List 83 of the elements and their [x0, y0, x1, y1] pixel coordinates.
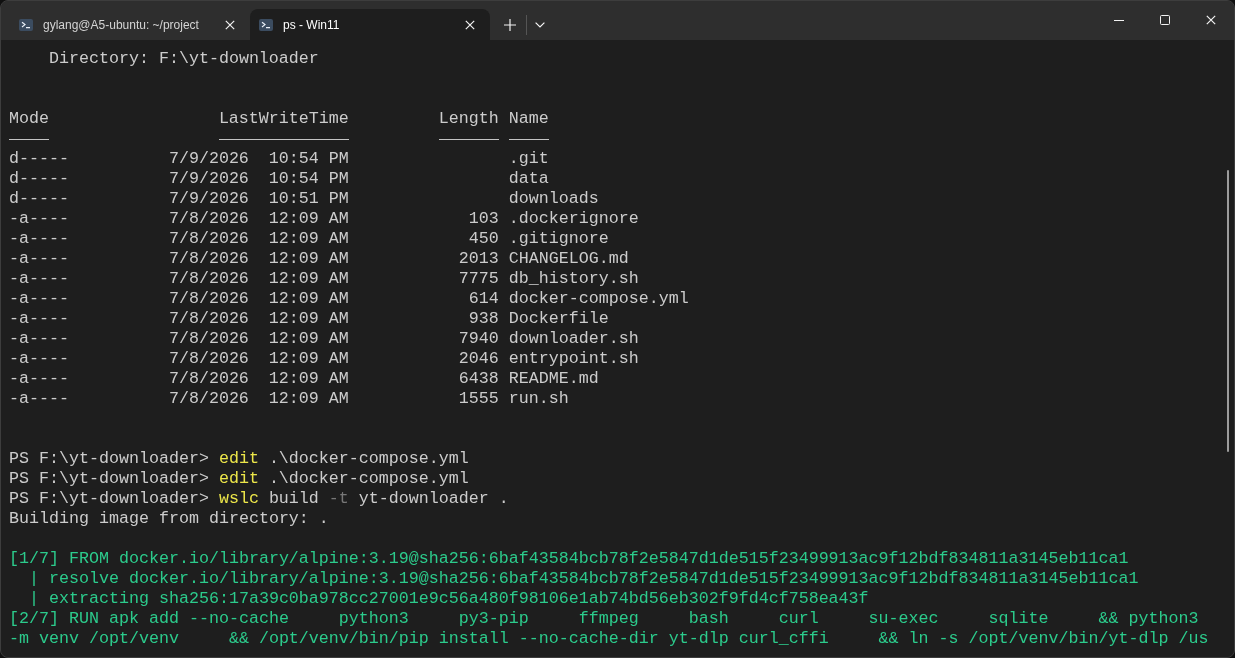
- table-cell: -a----: [9, 209, 69, 229]
- argument-text: build: [268, 489, 319, 509]
- column-header: Name: [508, 109, 549, 129]
- prompt-text: PS F:\yt-downloader>: [9, 469, 209, 489]
- table-cell: 7/8/2026 12:09 AM: [168, 249, 349, 269]
- argument-text: yt-downloader .: [358, 489, 509, 509]
- table-cell: 7/8/2026 12:09 AM: [168, 329, 349, 349]
- table-cell: 7/8/2026 12:09 AM: [168, 309, 349, 329]
- table-cell: 7775: [458, 269, 499, 289]
- tab[interactable]: gylang@A5-ubuntu: ~/project: [10, 9, 250, 40]
- table-cell: 7/8/2026 12:09 AM: [168, 269, 349, 289]
- command-text: wslc: [218, 489, 259, 509]
- table-cell: 6438: [458, 369, 499, 389]
- minimize-icon: [1114, 19, 1124, 21]
- build-log-line: -m venv /opt/venv && /opt/venv/bin/pip install --no-cache-dir yt-dlp curl_cffi && ln -s /opt/venv/bin/yt-dlp /us: [9, 629, 1209, 649]
- close-icon: [1206, 15, 1216, 25]
- table-cell: 7/8/2026 12:09 AM: [168, 289, 349, 309]
- table-cell: downloader.sh: [508, 329, 639, 349]
- column-header: LastWriteTime: [218, 109, 349, 129]
- table-cell: downloads: [508, 189, 599, 209]
- build-log-line: [2/7] RUN apk add --no-cache python3 py3-pip ffmpeg bash curl su-exec sqlite && python3: [9, 609, 1199, 629]
- build-log-line: | resolve docker.io/library/alpine:3.19@sha256:6baf43584bcb78f2e5847d1de515f23499913ac9f12bdf834811a3145eb11ca1: [28, 569, 1139, 589]
- table-cell: -a----: [9, 389, 69, 409]
- table-cell: CHANGELOG.md: [508, 249, 629, 269]
- output-line: Building image from directory: .: [9, 509, 329, 529]
- table-cell: 7/9/2026 10:54 PM: [168, 149, 349, 169]
- table-cell: -a----: [9, 329, 69, 349]
- table-cell: entrypoint.sh: [508, 349, 639, 369]
- table-cell: run.sh: [508, 389, 569, 409]
- table-cell: 103: [468, 209, 499, 229]
- table-cell: 7/9/2026 10:51 PM: [168, 189, 349, 209]
- table-cell: .gitignore: [508, 229, 609, 249]
- table-cell: 7/8/2026 12:09 AM: [168, 349, 349, 369]
- table-cell: README.md: [508, 369, 599, 389]
- directory-label: Directory: F:\yt-downloader: [48, 49, 319, 69]
- table-cell: -a----: [9, 229, 69, 249]
- table-cell: data: [508, 169, 549, 189]
- build-log-line: | extracting sha256:17a39c0ba978cc27001e9c56a480f98106e1ab74bd56eb302f9fd4cf758ea43f: [28, 589, 869, 609]
- table-cell: d-----: [9, 189, 69, 209]
- table-cell: docker-compose.yml: [508, 289, 689, 309]
- table-cell: .git: [508, 149, 549, 169]
- scrollbar-thumb[interactable]: [1227, 170, 1229, 452]
- command-text: edit: [218, 469, 259, 489]
- table-cell: -a----: [9, 249, 69, 269]
- flag-text: -t: [328, 489, 349, 509]
- table-cell: 938: [468, 309, 499, 329]
- column-header: Mode: [9, 109, 49, 129]
- table-cell: 450: [468, 229, 499, 249]
- build-log-line: [1/7] FROM docker.io/library/alpine:3.19@sha256:6baf43584bcb78f2e5847d1de515f23499913ac9f12bdf834811a3145eb11ca1: [9, 549, 1129, 569]
- table-cell: .dockerignore: [508, 209, 639, 229]
- chevron-down-icon: [535, 21, 545, 28]
- table-cell: d-----: [9, 149, 69, 169]
- table-cell: Dockerfile: [508, 309, 609, 329]
- table-cell: -a----: [9, 309, 69, 329]
- column-header: Length: [438, 109, 499, 129]
- table-cell: db_history.sh: [508, 269, 639, 289]
- argument-text: .\docker-compose.yml: [268, 469, 469, 489]
- table-cell: 614: [468, 289, 499, 309]
- table-cell: 2013: [458, 249, 499, 269]
- table-cell: 7/8/2026 12:09 AM: [168, 229, 349, 249]
- table-cell: 7940: [458, 329, 499, 349]
- table-cell: -a----: [9, 369, 69, 389]
- argument-text: .\docker-compose.yml: [268, 449, 469, 469]
- prompt-text: PS F:\yt-downloader>: [9, 489, 209, 509]
- close-icon: [465, 19, 475, 30]
- command-text: edit: [218, 449, 259, 469]
- terminal-icon: [19, 18, 33, 31]
- table-cell: 7/8/2026 12:09 AM: [168, 209, 349, 229]
- maximize-icon: [1160, 15, 1170, 25]
- prompt-text: PS F:\yt-downloader>: [9, 449, 209, 469]
- table-cell: d-----: [9, 169, 69, 189]
- table-cell: 7/9/2026 10:54 PM: [168, 169, 349, 189]
- plus-icon: [504, 18, 516, 31]
- table-cell: -a----: [9, 289, 69, 309]
- table-cell: 7/8/2026 12:09 AM: [168, 389, 349, 409]
- table-cell: 2046: [458, 349, 499, 369]
- tab[interactable]: ps - Win11: [250, 9, 490, 40]
- terminal-icon: [259, 18, 273, 31]
- table-cell: -a----: [9, 269, 69, 289]
- close-icon: [225, 19, 235, 30]
- table-cell: 1555: [458, 389, 499, 409]
- table-cell: 7/8/2026 12:09 AM: [168, 369, 349, 389]
- table-cell: -a----: [9, 349, 69, 369]
